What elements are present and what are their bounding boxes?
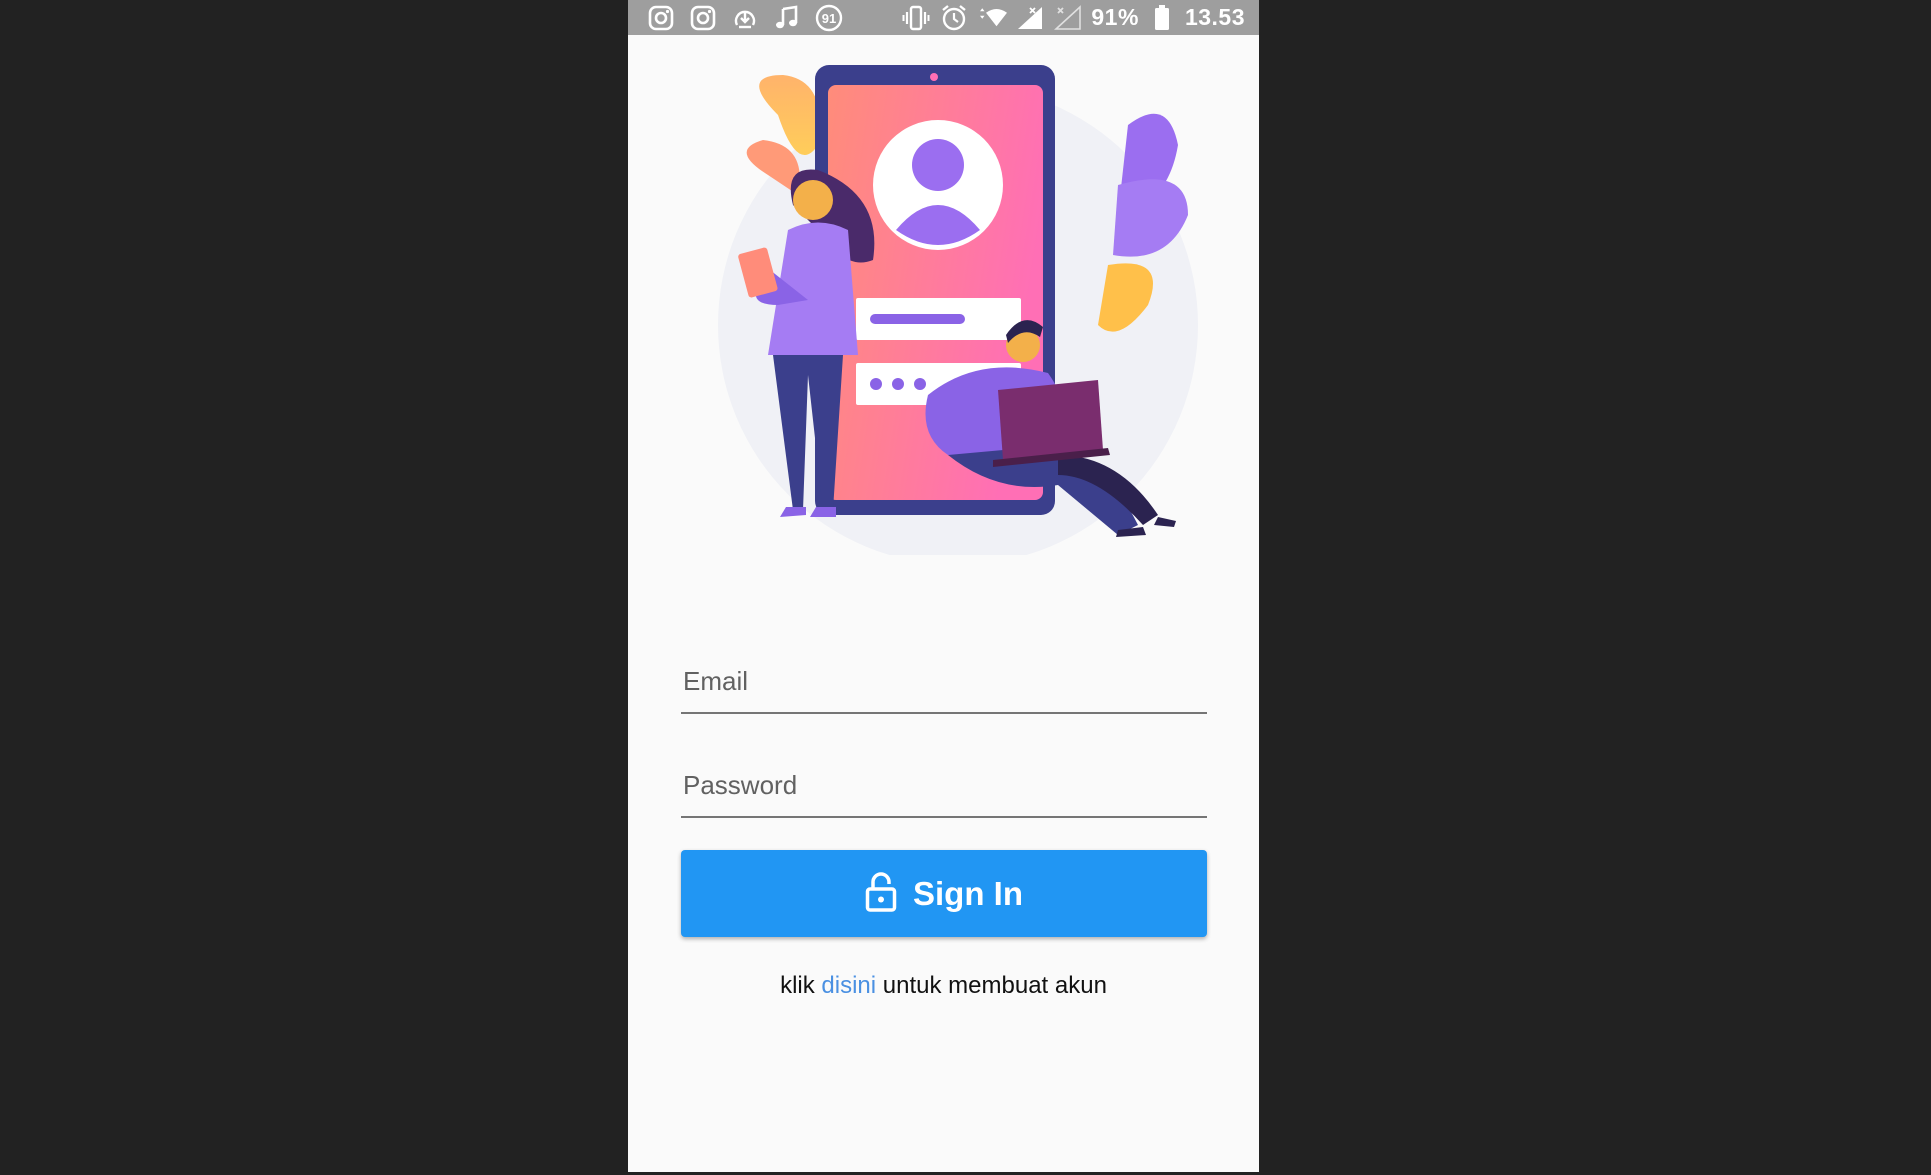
- register-prompt: klik disini untuk membuat akun: [628, 972, 1259, 1000]
- clock: 13.53: [1184, 4, 1245, 30]
- status-bar-notifications: 91: [646, 4, 844, 31]
- sign-in-label: Sign In: [913, 874, 1023, 912]
- alarm-icon: [939, 4, 969, 31]
- password-field[interactable]: [681, 746, 1211, 818]
- password-input[interactable]: [681, 769, 1211, 802]
- register-prefix: klik: [780, 972, 815, 999]
- status-bar-system: 91% 13.53: [901, 4, 1245, 31]
- vibrate-icon: [901, 4, 931, 31]
- phone-screen: 91 91% 13.53 Email Sign In klik disini u…: [628, 0, 1259, 1172]
- status-bar: 91 91% 13.53: [628, 0, 1259, 35]
- lock-open-icon: [865, 872, 897, 915]
- register-link[interactable]: disini: [821, 972, 876, 999]
- download-icon: [730, 4, 760, 31]
- battery-icon: [1147, 4, 1177, 31]
- signal-off-icon: [1053, 4, 1083, 31]
- sign-in-button[interactable]: Sign In: [681, 850, 1207, 937]
- battery-percentage: 91%: [1091, 4, 1139, 30]
- instagram-icon: [688, 4, 718, 31]
- instagram-icon: [646, 4, 676, 31]
- signal-icon: [1015, 4, 1045, 31]
- wifi-icon: [977, 4, 1008, 31]
- notification-count: 91: [822, 11, 836, 26]
- notification-count-icon: 91: [814, 4, 844, 31]
- music-note-icon: [772, 4, 802, 31]
- login-illustration: [718, 65, 1198, 555]
- email-field[interactable]: [681, 642, 1211, 714]
- register-suffix: untuk membuat akun: [882, 972, 1107, 999]
- email-input[interactable]: [681, 665, 1211, 698]
